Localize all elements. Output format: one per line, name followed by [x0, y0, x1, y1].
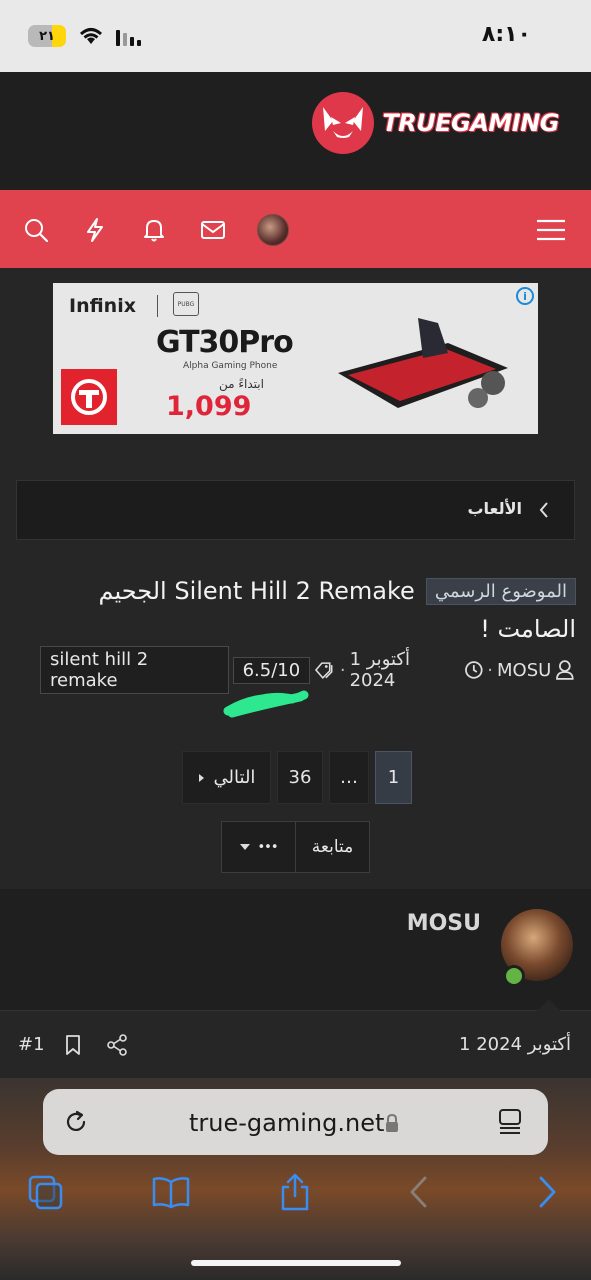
more-dots: ••• — [257, 839, 278, 855]
share-sheet-icon[interactable] — [279, 1172, 311, 1212]
forward-icon[interactable] — [536, 1175, 558, 1209]
page-ellipsis[interactable]: … — [329, 751, 369, 804]
site-logo[interactable]: TRUEGAMING — [312, 92, 559, 154]
menu-icon — [537, 219, 565, 241]
status-icons: ٢١ — [28, 25, 142, 47]
signal-icon — [116, 30, 141, 46]
status-time: ٨:١٠ — [481, 22, 531, 47]
ad-price: 1,099 — [166, 391, 252, 422]
post-author[interactable]: MOSU — [407, 911, 481, 936]
ad-banner[interactable]: Infinix PUBG GT30Pro Alpha Gaming Phone … — [53, 283, 538, 434]
ad-from-label: ابتداءً من — [219, 377, 264, 391]
tag-chip[interactable]: silent hill 2 remake — [40, 646, 229, 694]
lock-icon — [386, 1113, 398, 1132]
site-header: TRUEGAMING — [0, 72, 591, 190]
search-button[interactable] — [16, 210, 56, 250]
caret-left-icon — [198, 773, 204, 782]
chevron-left-icon — [539, 502, 548, 518]
tag-chip[interactable]: 6.5/10 — [232, 656, 311, 684]
menu-button[interactable] — [531, 210, 571, 250]
logo-text: TRUEGAMING — [382, 109, 559, 137]
clock-icon — [464, 661, 483, 679]
messages-button[interactable] — [193, 210, 233, 250]
follow-button[interactable]: متابعة — [296, 822, 369, 872]
share-icon[interactable] — [106, 1034, 128, 1056]
ad-brand: Infinix — [69, 295, 136, 317]
bell-icon — [144, 220, 164, 242]
user-icon — [556, 660, 574, 680]
top-navbar — [0, 190, 591, 268]
ad-info-icon[interactable]: i — [516, 287, 534, 305]
bookmark-icon[interactable] — [64, 1034, 82, 1056]
pubg-logo-icon: PUBG — [173, 292, 199, 316]
wifi-icon — [79, 28, 103, 44]
ad-model: GT30Pro — [156, 325, 294, 360]
breadcrumb[interactable]: الألعاب — [16, 480, 575, 540]
search-icon — [25, 219, 49, 243]
address-bar[interactable]: true-gaming.net — [43, 1089, 548, 1155]
phone-image — [338, 318, 508, 408]
home-indicator — [191, 1260, 401, 1266]
caret-down-icon — [240, 844, 251, 850]
whats-new-button[interactable] — [75, 210, 115, 250]
thread-author[interactable]: MOSU — [497, 660, 551, 681]
next-page-button[interactable]: التالي — [182, 751, 271, 804]
lightning-icon — [87, 218, 103, 242]
online-status-icon — [503, 965, 525, 987]
url-text: true-gaming.net — [189, 1109, 385, 1137]
post-date[interactable]: 1 أكتوبر 2024 — [459, 1034, 571, 1055]
alerts-button[interactable] — [134, 210, 174, 250]
avatar — [257, 214, 289, 246]
post-meta-bar: 1 أكتوبر 2024 #1 — [0, 1012, 591, 1078]
account-button[interactable] — [253, 210, 293, 250]
thread-date[interactable]: 1 أكتوبر 2024 — [350, 649, 460, 691]
tag-icon — [315, 662, 333, 680]
post-number[interactable]: #1 — [18, 1034, 45, 1055]
thread-title: الموضوع الرسمي Silent Hill 2 Remake الجح… — [16, 572, 576, 648]
more-options-button[interactable]: ••• — [222, 822, 296, 872]
page-link-current[interactable]: 1 — [375, 751, 412, 804]
thread-prefix-badge[interactable]: الموضوع الرسمي — [425, 577, 576, 605]
page-link-last[interactable]: 36 — [277, 751, 323, 804]
back-icon[interactable] — [408, 1175, 430, 1209]
battery-icon: ٢١ — [28, 25, 66, 47]
pagination: التالي 36 … 1 — [182, 751, 412, 804]
store-logo-icon — [61, 369, 117, 425]
breadcrumb-label: الألعاب — [467, 499, 522, 518]
logo-mascot-icon — [312, 92, 375, 154]
thread-actions: ••• متابعة — [221, 821, 370, 873]
browser-chrome: true-gaming.net — [0, 1078, 591, 1280]
post-header: MOSU — [0, 889, 591, 1011]
bookmarks-icon[interactable] — [151, 1175, 191, 1209]
thread-meta: MOSU · 1 أكتوبر 2024 · 6.5/10 silent hil… — [40, 646, 575, 694]
green-scribble-annotation — [223, 690, 309, 718]
reader-icon[interactable] — [497, 1108, 523, 1136]
ad-subtitle: Alpha Gaming Phone — [183, 361, 278, 371]
reload-icon[interactable] — [63, 1109, 89, 1135]
tabs-icon[interactable] — [28, 1175, 64, 1211]
status-bar: ٢١ ٨:١٠ — [0, 0, 591, 72]
mail-icon — [201, 221, 225, 239]
